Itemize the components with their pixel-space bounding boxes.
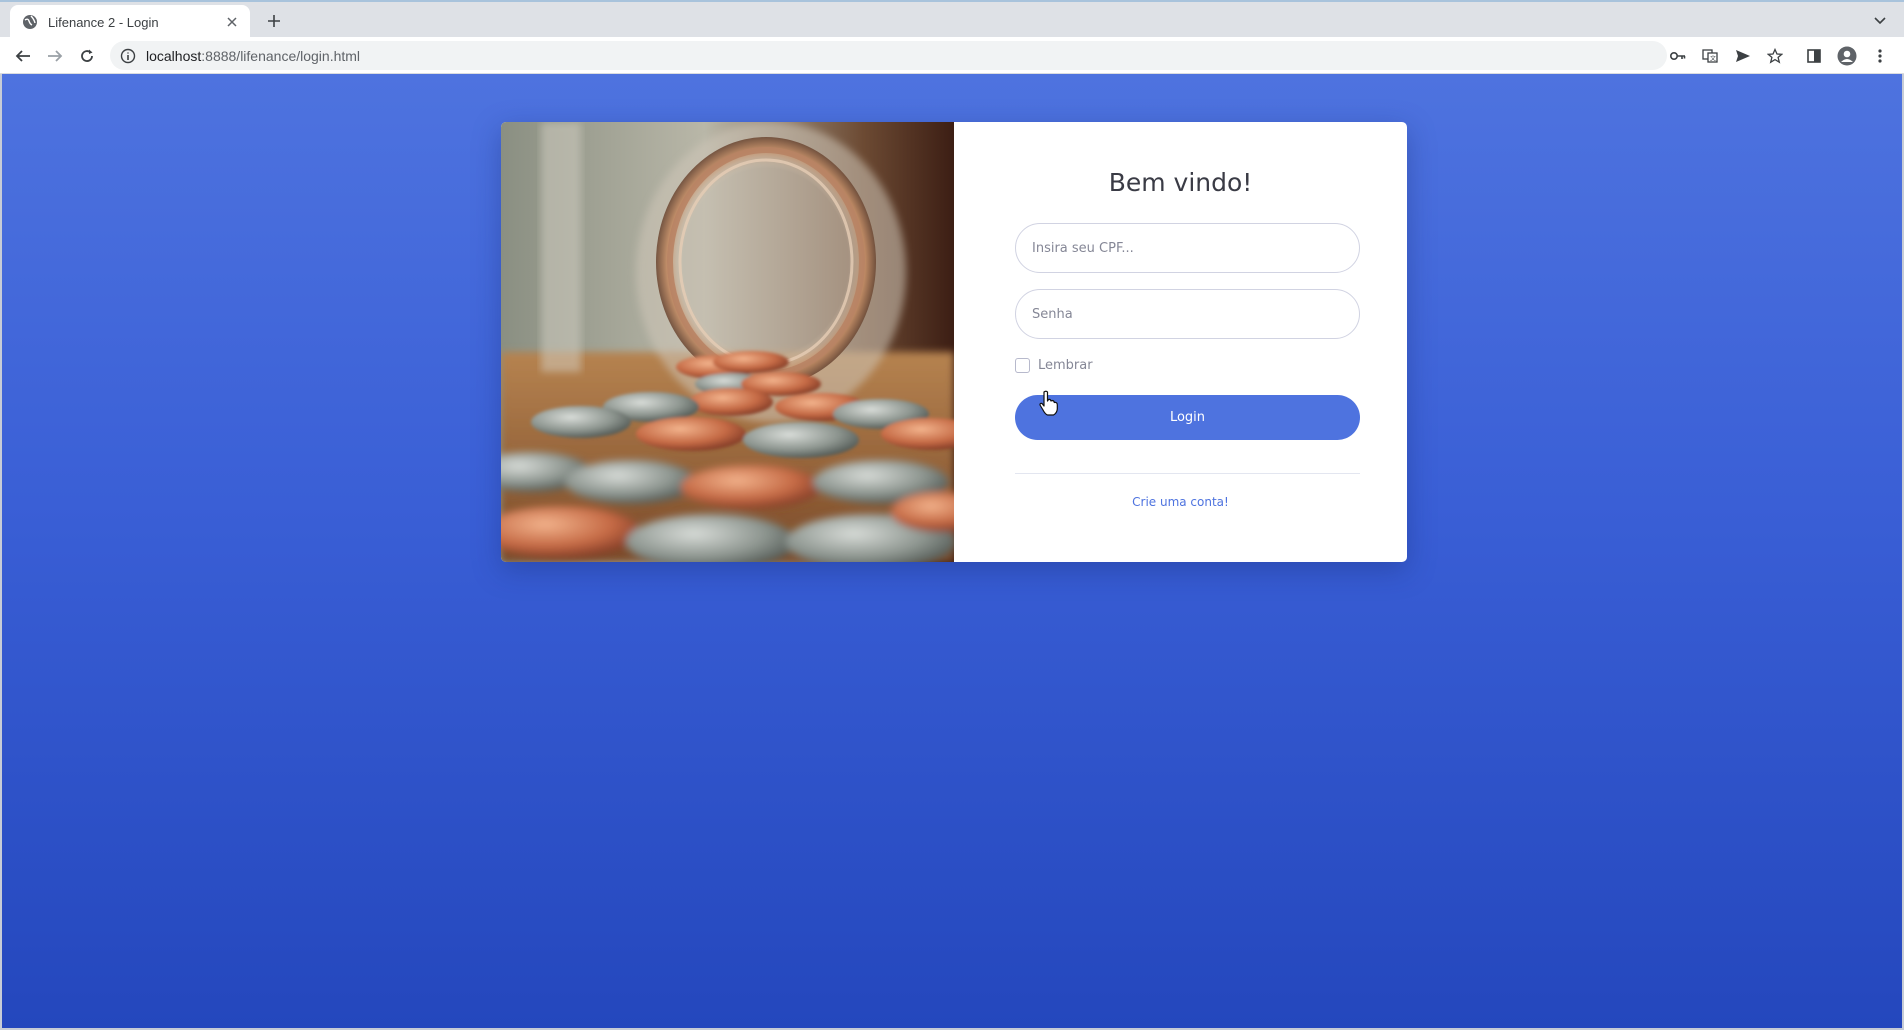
chevron-down-icon[interactable] — [1870, 11, 1890, 31]
hand-cursor-icon — [1038, 390, 1060, 416]
page-viewport: Bem vindo! Lembrar Login Crie uma conta! — [0, 74, 1904, 1030]
login-form: Bem vindo! Lembrar Login Crie uma conta! — [954, 122, 1407, 562]
remember-label[interactable]: Lembrar — [1038, 358, 1093, 373]
star-icon[interactable] — [1765, 46, 1785, 66]
create-account-link[interactable]: Crie uma conta! — [954, 495, 1407, 509]
url-text: localhost:8888/lifenance/login.html — [146, 47, 361, 64]
address-bar[interactable]: localhost:8888/lifenance/login.html — [110, 41, 1667, 70]
translate-icon[interactable]: 文 — [1700, 46, 1720, 66]
reload-icon[interactable] — [74, 43, 100, 69]
svg-text:文: 文 — [1710, 55, 1716, 63]
remember-checkbox[interactable] — [1015, 358, 1030, 373]
divider — [1015, 473, 1360, 474]
close-icon[interactable] — [224, 14, 240, 30]
profile-icon[interactable] — [1836, 45, 1858, 67]
plus-icon[interactable] — [262, 9, 286, 33]
browser-toolbar: localhost:8888/lifenance/login.html 文 — [0, 37, 1904, 74]
remember-checkbox-group[interactable]: Lembrar — [1015, 358, 1093, 373]
key-icon[interactable] — [1668, 46, 1688, 66]
tab-title: Lifenance 2 - Login — [48, 14, 159, 30]
globe-icon — [22, 14, 38, 30]
menu-icon[interactable] — [1869, 45, 1891, 67]
tab-strip: Lifenance 2 - Login — [0, 0, 1904, 39]
send-icon[interactable] — [1733, 46, 1753, 66]
login-card: Bem vindo! Lembrar Login Crie uma conta! — [501, 122, 1407, 562]
back-icon[interactable] — [10, 43, 36, 69]
cpf-field[interactable] — [1015, 223, 1360, 273]
password-field[interactable] — [1015, 289, 1360, 339]
info-icon[interactable] — [120, 48, 136, 64]
forward-icon[interactable] — [42, 43, 68, 69]
page-title: Bem vindo! — [1108, 168, 1253, 197]
browser-tab[interactable]: Lifenance 2 - Login — [10, 5, 250, 39]
login-button[interactable]: Login — [1015, 395, 1360, 440]
sidebar-icon[interactable] — [1803, 45, 1825, 67]
coin-jar-image — [501, 122, 954, 562]
